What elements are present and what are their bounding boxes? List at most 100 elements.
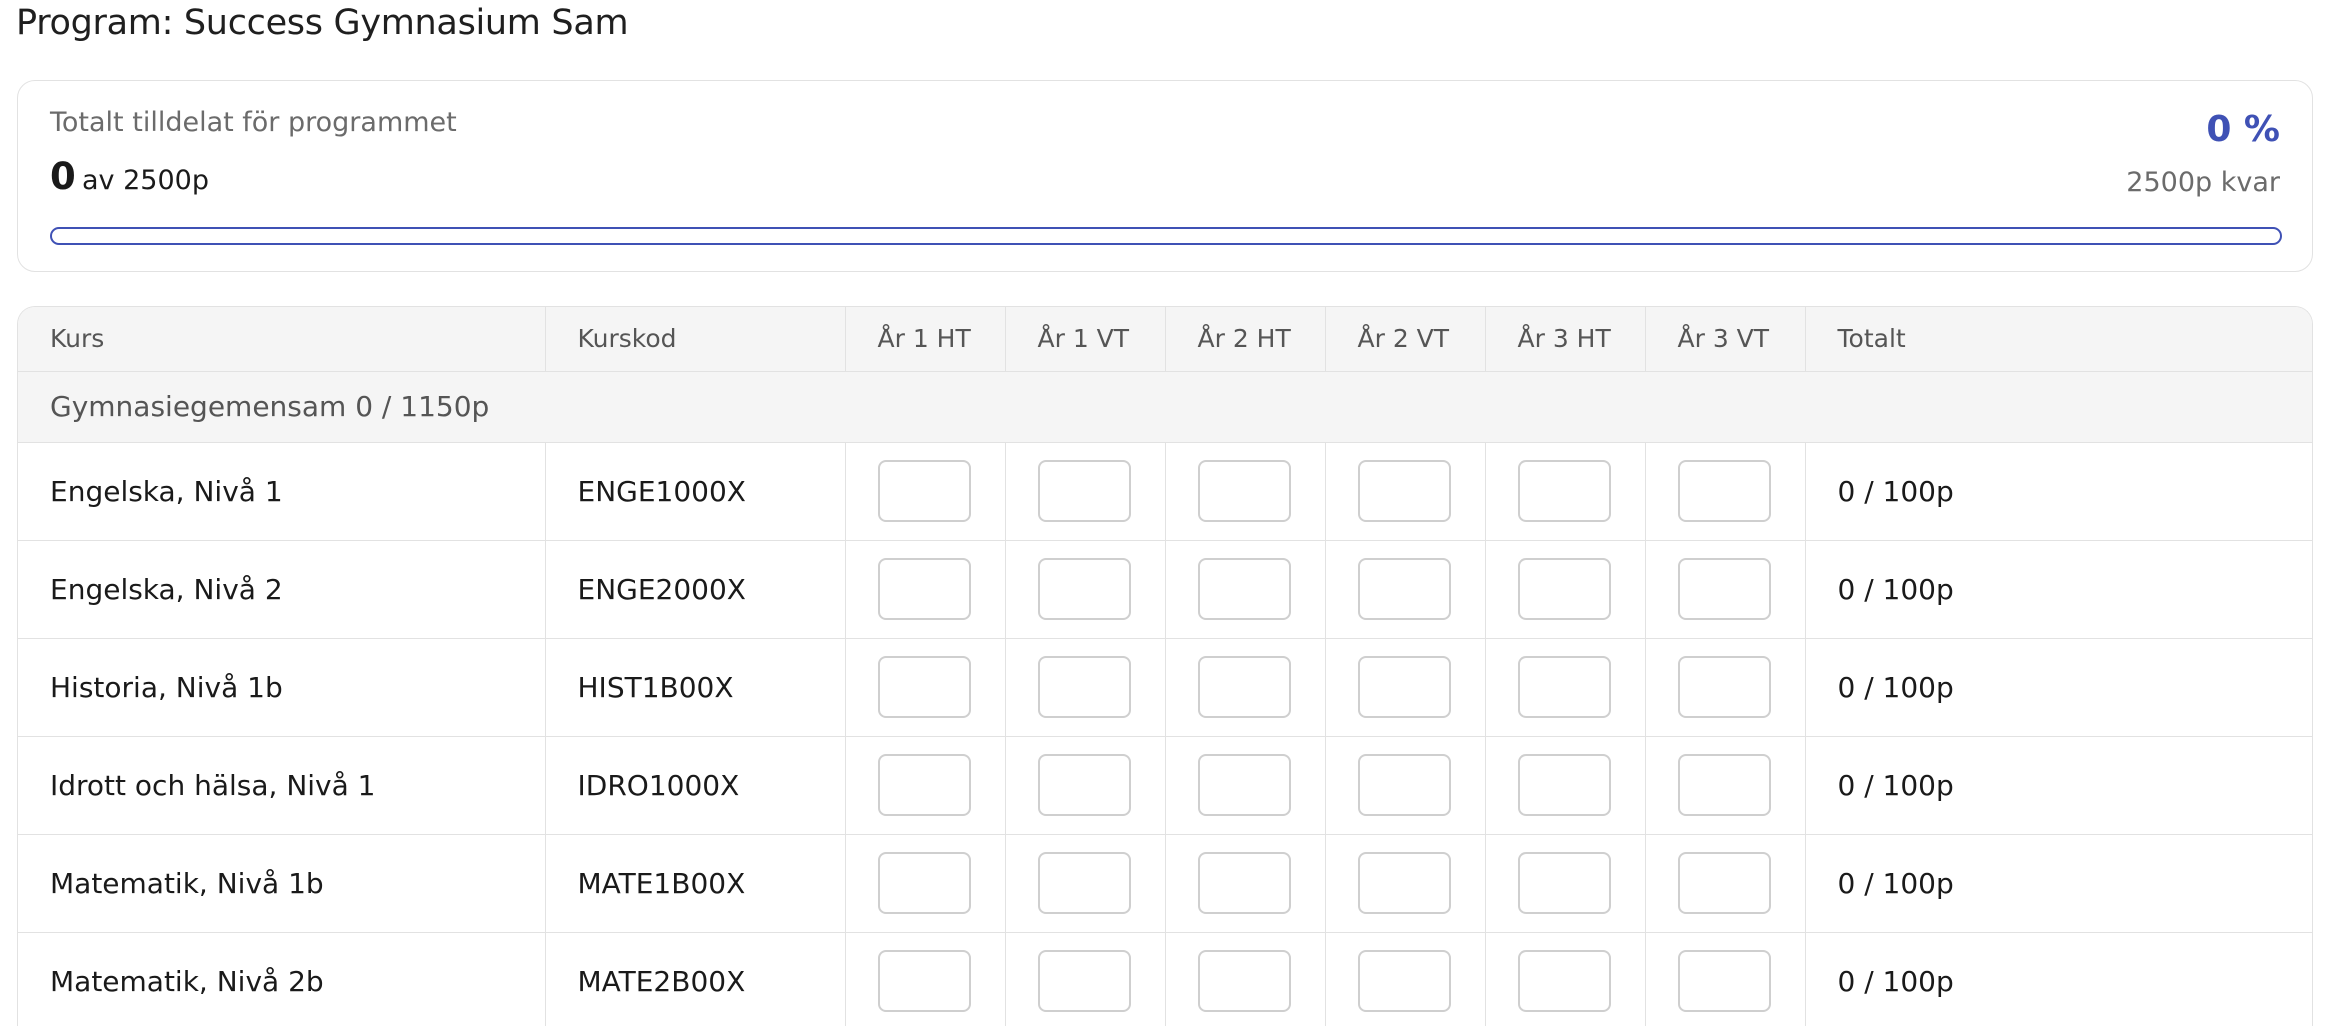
term-cell-ar2-ht [1165,932,1326,1026]
summary-remaining-points: 2500p kvar [2126,167,2280,198]
term-cell-ar2-vt [1325,442,1486,541]
points-input-ar1-ht[interactable] [877,950,971,1012]
term-cell-ar3-ht [1485,442,1646,541]
term-cell-ar1-ht [845,638,1006,737]
course-total: 0 / 100p [1805,932,2312,1026]
term-cell-ar3-ht [1485,736,1646,835]
course-name: Matematik, Nivå 2b [18,932,546,1026]
points-input-ar1-vt[interactable] [1037,852,1131,914]
term-cell-ar1-vt [1005,932,1166,1026]
points-input-ar1-ht[interactable] [877,852,971,914]
term-cell-ar2-ht [1165,442,1326,541]
points-input-ar1-vt[interactable] [1037,656,1131,718]
summary-percent: 0 % [2206,109,2280,150]
points-input-ar1-vt[interactable] [1037,950,1131,1012]
term-cell-ar3-ht [1485,834,1646,933]
term-cell-ar3-vt [1645,540,1806,639]
points-input-ar1-ht[interactable] [877,558,971,620]
points-input-ar3-ht[interactable] [1517,852,1611,914]
points-input-ar1-vt[interactable] [1037,754,1131,816]
course-total: 0 / 100p [1805,638,2312,737]
course-code: HIST1B00X [545,638,846,737]
points-input-ar2-ht[interactable] [1197,852,1291,914]
term-cell-ar3-vt [1645,638,1806,737]
term-cell-ar1-ht [845,736,1006,835]
points-input-ar1-ht[interactable] [877,656,971,718]
table-row: Engelska, Nivå 1 ENGE1000X 0 / 100p [18,442,2312,541]
summary-card: Totalt tilldelat för programmet 0 av 250… [17,80,2313,272]
points-input-ar2-vt[interactable] [1357,754,1451,816]
points-input-ar1-ht[interactable] [877,754,971,816]
points-input-ar2-vt[interactable] [1357,656,1451,718]
term-cell-ar2-vt [1325,932,1486,1026]
term-cell-ar3-vt [1645,736,1806,835]
term-cell-ar1-vt [1005,638,1166,737]
allocation-progress-bar [50,227,2282,245]
table-row: Matematik, Nivå 2b MATE2B00X 0 / 100p [18,932,2312,1026]
points-input-ar3-ht[interactable] [1517,460,1611,522]
points-input-ar2-vt[interactable] [1357,558,1451,620]
points-input-ar1-ht[interactable] [877,460,971,522]
term-cell-ar2-ht [1165,834,1326,933]
course-name: Engelska, Nivå 1 [18,442,546,541]
term-cell-ar1-vt [1005,442,1166,541]
summary-total-points: av 2500p [82,165,209,196]
points-input-ar2-ht[interactable] [1197,558,1291,620]
term-cell-ar1-ht [845,442,1006,541]
course-total: 0 / 100p [1805,736,2312,835]
points-input-ar1-vt[interactable] [1037,558,1131,620]
points-input-ar2-ht[interactable] [1197,754,1291,816]
points-input-ar3-vt[interactable] [1677,754,1771,816]
points-input-ar3-vt[interactable] [1677,656,1771,718]
table-row: Engelska, Nivå 2 ENGE2000X 0 / 100p [18,540,2312,639]
points-input-ar1-vt[interactable] [1037,460,1131,522]
course-total: 0 / 100p [1805,540,2312,639]
course-code: MATE1B00X [545,834,846,933]
term-cell-ar3-vt [1645,834,1806,933]
term-cell-ar2-ht [1165,540,1326,639]
term-cell-ar2-ht [1165,638,1326,737]
group-row: Gymnasiegemensam 0 / 1150p [18,371,2312,443]
header-ar3-ht: År 3 HT [1485,307,1646,372]
header-ar1-vt: År 1 VT [1005,307,1166,372]
term-cell-ar2-vt [1325,638,1486,737]
course-name: Matematik, Nivå 1b [18,834,546,933]
summary-label: Totalt tilldelat för programmet [50,107,457,138]
term-cell-ar2-ht [1165,736,1326,835]
term-cell-ar3-vt [1645,442,1806,541]
points-input-ar3-vt[interactable] [1677,460,1771,522]
points-input-ar3-vt[interactable] [1677,852,1771,914]
points-input-ar3-ht[interactable] [1517,754,1611,816]
term-cell-ar3-ht [1485,932,1646,1026]
course-total: 0 / 100p [1805,834,2312,933]
term-cell-ar3-vt [1645,932,1806,1026]
points-input-ar3-vt[interactable] [1677,558,1771,620]
points-input-ar3-ht[interactable] [1517,558,1611,620]
header-totalt: Totalt [1805,307,2312,372]
term-cell-ar1-ht [845,834,1006,933]
term-cell-ar3-ht [1485,540,1646,639]
points-input-ar2-ht[interactable] [1197,460,1291,522]
term-cell-ar2-vt [1325,834,1486,933]
term-cell-ar3-ht [1485,638,1646,737]
points-input-ar2-vt[interactable] [1357,852,1451,914]
header-kurskod: Kurskod [545,307,846,372]
term-cell-ar1-vt [1005,540,1166,639]
course-code: IDRO1000X [545,736,846,835]
header-ar2-ht: År 2 HT [1165,307,1326,372]
points-input-ar2-ht[interactable] [1197,656,1291,718]
course-code: ENGE2000X [545,540,846,639]
points-input-ar2-vt[interactable] [1357,950,1451,1012]
summary-used-points: 0 [50,155,76,198]
points-input-ar3-ht[interactable] [1517,656,1611,718]
points-input-ar2-vt[interactable] [1357,460,1451,522]
table-header-row: Kurs Kurskod År 1 HT År 1 VT År 2 HT År … [18,307,2312,372]
points-input-ar3-vt[interactable] [1677,950,1771,1012]
header-ar2-vt: År 2 VT [1325,307,1486,372]
course-total: 0 / 100p [1805,442,2312,541]
points-input-ar2-ht[interactable] [1197,950,1291,1012]
term-cell-ar1-ht [845,932,1006,1026]
points-input-ar3-ht[interactable] [1517,950,1611,1012]
header-ar1-ht: År 1 HT [845,307,1006,372]
course-name: Historia, Nivå 1b [18,638,546,737]
